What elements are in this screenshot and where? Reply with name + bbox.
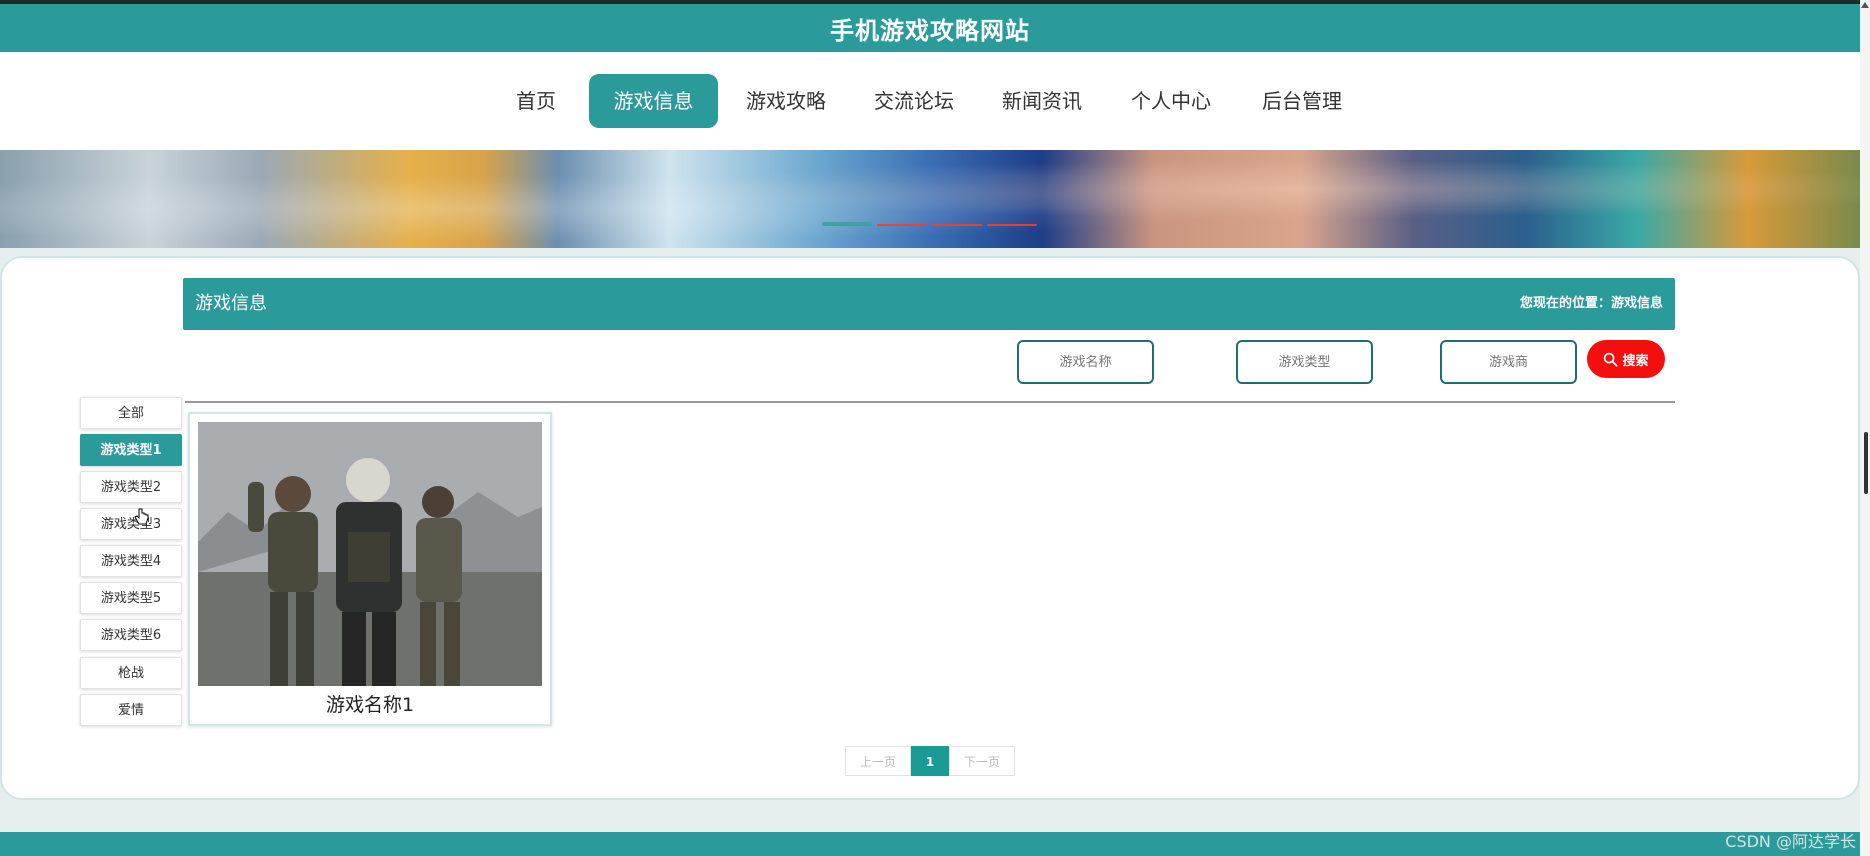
nav-item-game-info[interactable]: 游戏信息 xyxy=(589,74,718,128)
game-card[interactable]: 游戏名称1 xyxy=(188,412,552,726)
nav-item-news[interactable]: 新闻资讯 xyxy=(990,74,1094,128)
breadcrumb: 您现在的位置：游戏信息 xyxy=(1519,296,1663,311)
carousel-dot-3[interactable] xyxy=(932,224,982,226)
category-shooter[interactable]: 枪战 xyxy=(80,657,182,689)
watermark: CSDN @阿达学长 xyxy=(1725,832,1856,851)
main-nav: 首页 游戏信息 游戏攻略 交流论坛 新闻资讯 个人中心 后台管理 xyxy=(0,52,1860,150)
nav-item-home[interactable]: 首页 xyxy=(500,74,572,128)
game-type-input[interactable] xyxy=(1236,340,1373,384)
game-vendor-input[interactable] xyxy=(1440,340,1577,384)
footer-bar xyxy=(0,832,1870,856)
carousel-dot-4[interactable] xyxy=(987,224,1037,226)
carousel-dot-1[interactable] xyxy=(822,222,872,226)
category-game-type-6[interactable]: 游戏类型6 xyxy=(80,619,182,651)
scrollbar-thumb[interactable] xyxy=(1864,432,1868,494)
game-name-input[interactable] xyxy=(1017,340,1154,384)
search-button[interactable]: 搜索 xyxy=(1587,340,1665,378)
category-game-type-4[interactable]: 游戏类型4 xyxy=(80,545,182,577)
category-all[interactable]: 全部 xyxy=(80,397,182,429)
next-page-button[interactable]: 下一页 xyxy=(949,746,1015,776)
game-name: 游戏名称1 xyxy=(325,694,415,716)
site-title: 手机游戏攻略网站 xyxy=(830,16,1030,45)
category-game-type-2[interactable]: 游戏类型2 xyxy=(80,471,182,503)
nav-item-game-guides[interactable]: 游戏攻略 xyxy=(734,74,838,128)
banner-carousel[interactable] xyxy=(0,150,1860,248)
carousel-dot-2[interactable] xyxy=(877,224,927,226)
section-title: 游戏信息 xyxy=(195,293,267,314)
page-scrollbar[interactable] xyxy=(1860,0,1870,856)
section-header: 游戏信息 您现在的位置：游戏信息 xyxy=(183,278,1675,330)
game-cover-image[interactable] xyxy=(198,422,542,686)
prev-page-button[interactable]: 上一页 xyxy=(845,746,911,776)
category-game-type-3[interactable]: 游戏类型3 xyxy=(80,508,182,540)
category-game-type-1[interactable]: 游戏类型1 xyxy=(80,434,182,466)
nav-item-personal-center[interactable]: 个人中心 xyxy=(1119,74,1223,128)
soldiers-illustration xyxy=(198,422,542,686)
search-divider xyxy=(185,401,1675,403)
scroll-up-icon[interactable] xyxy=(1861,2,1869,8)
nav-item-forum[interactable]: 交流论坛 xyxy=(862,74,966,128)
site-header: 手机游戏攻略网站 xyxy=(0,4,1860,52)
search-icon xyxy=(1604,352,1618,366)
search-button-label: 搜索 xyxy=(1622,352,1649,368)
nav-item-admin[interactable]: 后台管理 xyxy=(1250,74,1354,128)
hand-cursor-icon xyxy=(134,508,149,525)
page-1-button[interactable]: 1 xyxy=(911,746,949,776)
category-romance[interactable]: 爱情 xyxy=(80,694,182,726)
category-game-type-5[interactable]: 游戏类型5 xyxy=(80,582,182,614)
